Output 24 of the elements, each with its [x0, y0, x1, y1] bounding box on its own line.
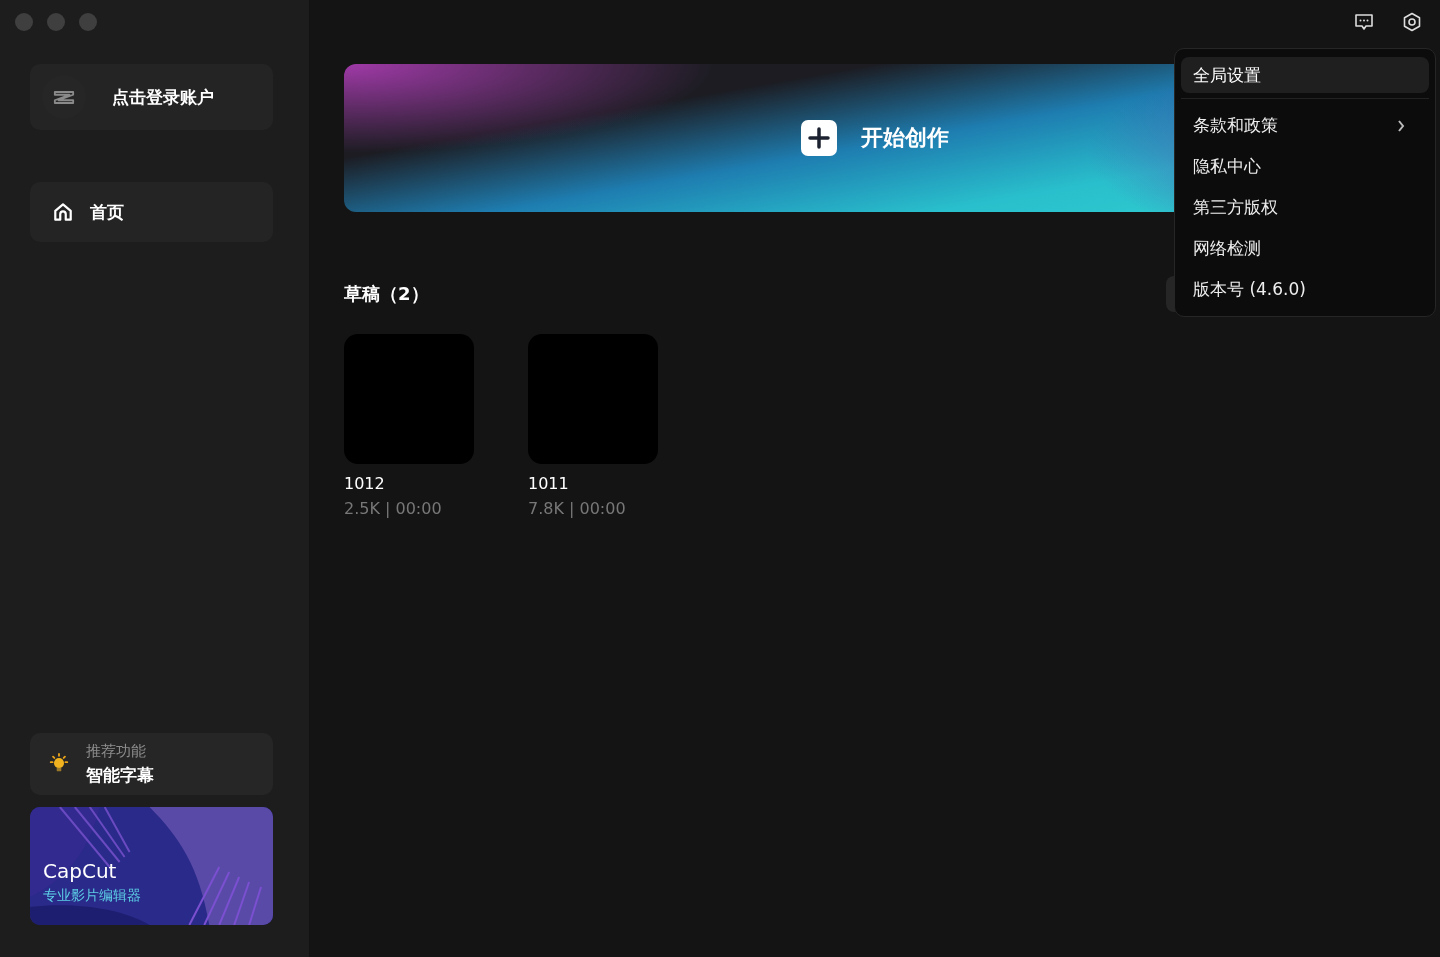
plus-icon	[801, 120, 837, 156]
window-control[interactable]	[79, 13, 97, 31]
nav-item[interactable]: 首页	[30, 182, 273, 242]
login-button[interactable]: 点击登录账户	[30, 64, 273, 130]
menu-item[interactable]: 网络检测	[1181, 228, 1429, 269]
promo-title: CapCut	[43, 859, 118, 883]
logo-icon	[53, 89, 75, 105]
feature-card[interactable]: 推荐功能 智能字幕	[30, 733, 273, 795]
window-control[interactable]	[47, 13, 65, 31]
draft-name: 1011	[528, 474, 570, 493]
window-control[interactable]	[15, 13, 33, 31]
menu-item[interactable]: 全局设置	[1181, 57, 1429, 93]
draft-meta: 7.8K | 00:00	[528, 499, 627, 518]
feature-title: 智能字幕	[86, 763, 154, 787]
promo-subtitle: 专业影片编辑器	[43, 887, 141, 905]
section-title: 草稿（2）	[344, 282, 429, 306]
draft-meta: 2.5K | 00:00	[344, 499, 443, 518]
promo-banner[interactable]: CapCut 专业影片编辑器	[30, 807, 273, 925]
draft-name: 1012	[344, 474, 386, 493]
settings-icon[interactable]	[1402, 12, 1422, 32]
chat-icon[interactable]	[1354, 12, 1374, 32]
menu-item[interactable]: 版本号 (4.6.0)	[1181, 269, 1429, 310]
feature-caption: 推荐功能	[86, 741, 147, 761]
home-icon	[52, 201, 74, 223]
